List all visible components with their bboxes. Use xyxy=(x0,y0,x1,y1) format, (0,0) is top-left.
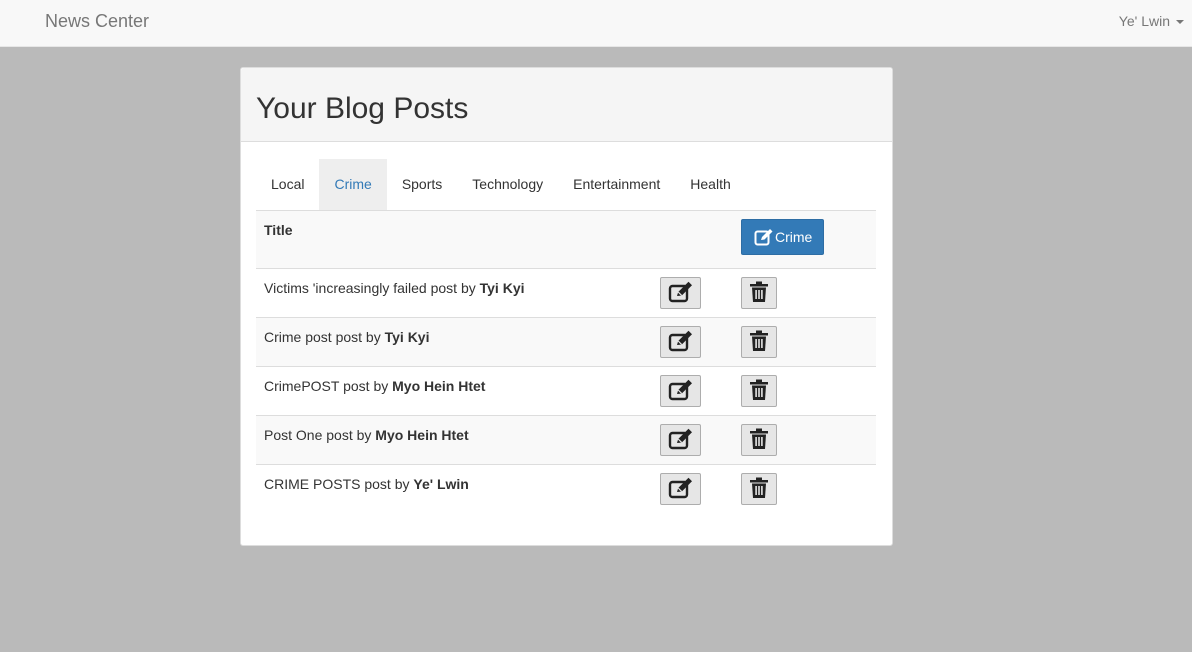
post-title: Victims 'increasingly failed xyxy=(264,280,427,296)
post-by-label: post by xyxy=(326,427,372,443)
post-by-label: post by xyxy=(335,329,381,345)
tab-health[interactable]: Health xyxy=(675,159,745,210)
edit-icon xyxy=(668,477,694,502)
delete-cell xyxy=(733,317,876,367)
tab-sports[interactable]: Sports xyxy=(387,159,457,210)
trash-icon xyxy=(749,477,769,502)
post-title-cell: CRIME POSTS post by Ye' Lwin xyxy=(256,464,652,514)
blog-posts-panel: Your Blog Posts Local Crime Sports Techn… xyxy=(240,67,893,546)
post-author: Ye' Lwin xyxy=(413,476,469,492)
edit-post-button[interactable] xyxy=(660,375,701,407)
title-column-header: Title xyxy=(256,210,652,269)
table-row: Victims 'increasingly failed post by Tyi… xyxy=(256,268,876,318)
trash-icon xyxy=(749,379,769,404)
edit-cell xyxy=(652,317,733,367)
post-by-label: post by xyxy=(430,280,476,296)
edit-post-button[interactable] xyxy=(660,424,701,456)
edit-icon xyxy=(668,428,694,453)
edit-cell xyxy=(652,415,733,465)
tab-crime[interactable]: Crime xyxy=(319,159,387,210)
edit-post-button[interactable] xyxy=(660,473,701,505)
post-title: Crime post xyxy=(264,329,332,345)
chevron-down-icon xyxy=(1176,20,1184,24)
add-crime-post-button[interactable]: Crime xyxy=(741,219,824,255)
tab-technology[interactable]: Technology xyxy=(457,159,558,210)
edit-cell xyxy=(652,268,733,318)
edit-cell xyxy=(652,464,733,514)
post-author: Tyi Kyi xyxy=(384,329,430,345)
page-title: Your Blog Posts xyxy=(256,92,469,125)
panel-body: Local Crime Sports Technology Entertainm… xyxy=(241,142,892,529)
table-row: CrimePOST post by Myo Hein Htet xyxy=(256,366,876,416)
user-name: Ye' Lwin xyxy=(1118,13,1170,29)
action-column-header: Crime xyxy=(733,210,876,269)
post-title-cell: Crime post post by Tyi Kyi xyxy=(256,317,652,367)
delete-cell xyxy=(733,464,876,514)
post-by-label: post by xyxy=(364,476,410,492)
post-author: Myo Hein Htet xyxy=(392,378,486,394)
delete-cell xyxy=(733,415,876,465)
post-author: Myo Hein Htet xyxy=(375,427,469,443)
table-row: CRIME POSTS post by Ye' Lwin xyxy=(256,464,876,514)
tab-local[interactable]: Local xyxy=(256,159,319,210)
delete-post-button[interactable] xyxy=(741,375,777,407)
delete-post-button[interactable] xyxy=(741,424,777,456)
category-tabs: Local Crime Sports Technology Entertainm… xyxy=(256,159,877,210)
post-by-label: post by xyxy=(343,378,389,394)
trash-icon xyxy=(749,281,769,306)
delete-post-button[interactable] xyxy=(741,473,777,505)
table-row: Post One post by Myo Hein Htet xyxy=(256,415,876,465)
edit-post-button[interactable] xyxy=(660,277,701,309)
trash-icon xyxy=(749,428,769,453)
delete-cell xyxy=(733,366,876,416)
delete-post-button[interactable] xyxy=(741,277,777,309)
post-title-cell: Victims 'increasingly failed post by Tyi… xyxy=(256,268,652,318)
tab-entertainment[interactable]: Entertainment xyxy=(558,159,675,210)
edit-icon xyxy=(754,228,774,246)
edit-icon xyxy=(668,330,694,355)
post-title: CrimePOST xyxy=(264,378,340,394)
table-row: Crime post post by Tyi Kyi xyxy=(256,317,876,367)
edit-post-button[interactable] xyxy=(660,326,701,358)
post-author: Tyi Kyi xyxy=(479,280,525,296)
delete-post-button[interactable] xyxy=(741,326,777,358)
edit-column-header xyxy=(652,210,733,269)
user-menu[interactable]: Ye' Lwin xyxy=(1119,13,1184,29)
brand-link[interactable]: News Center xyxy=(45,11,149,32)
add-button-label: Crime xyxy=(775,229,813,245)
post-title-cell: Post One post by Myo Hein Htet xyxy=(256,415,652,465)
edit-icon xyxy=(668,281,694,306)
edit-icon xyxy=(668,379,694,404)
post-title: Post One xyxy=(264,427,323,443)
posts-table: Title Crime Victims 'increasingly failed… xyxy=(256,210,876,514)
delete-cell xyxy=(733,268,876,318)
table-header-row: Title Crime xyxy=(256,210,876,269)
post-title-cell: CrimePOST post by Myo Hein Htet xyxy=(256,366,652,416)
edit-cell xyxy=(652,366,733,416)
post-title: CRIME POSTS xyxy=(264,476,361,492)
trash-icon xyxy=(749,330,769,355)
navbar: News Center Ye' Lwin xyxy=(0,0,1192,47)
panel-heading: Your Blog Posts xyxy=(241,68,892,142)
